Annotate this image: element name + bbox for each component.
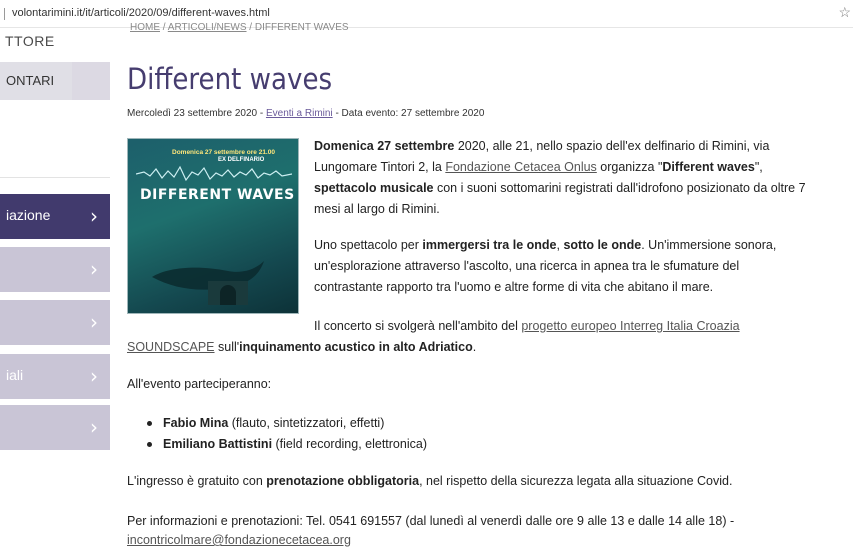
address-bar[interactable]: volontarimini.it/it/articoli/2020/09/dif… [0,0,853,28]
paragraph-intro: Domenica 27 settembre 2020, alle 21, nel… [314,136,844,220]
chevron-right-icon: › [90,415,98,439]
admission-text-1: L'ingresso è gratuito con [127,474,267,488]
category-link[interactable]: Eventi a Rimini [266,108,333,119]
breadcrumb-current: DIFFERENT WAVES [254,22,349,32]
chevron-right-icon: › [90,257,98,281]
event-poster-image[interactable]: Domenica 27 settembre ore 21.00 EX DELFI… [127,138,299,314]
soundscape-link[interactable]: SOUNDSCAPE [127,340,215,354]
whale-illustration [152,261,264,305]
breadcrumb-home-link[interactable]: HOME [130,22,160,32]
paragraph-contact: Per informazioni e prenotazioni: Tel. 05… [127,514,735,528]
participant-name: Emiliano Battistini [163,437,273,451]
desc-text-3: . Un'immersione sonora, [641,238,777,252]
project-text-2: sull' [214,340,240,354]
participants-list: Fabio Mina (flauto, sintetizzatori, effe… [145,413,427,455]
sidebar-top-label[interactable]: TTORE [5,33,55,49]
publish-date: Mercoledì 23 settembre 2020 - [127,108,266,119]
soundwave-graphic [136,165,292,182]
project-bold: inquinamento acustico in alto Adriatico [239,340,473,354]
intro-text-4: ", [754,160,763,174]
sidebar-button-accent [72,62,110,100]
desc-line-2: un'esplorazione attraverso l'ascolto, un… [314,259,740,273]
participants-intro: All'evento parteciperanno: [127,377,272,391]
sidebar-item-5[interactable]: › [0,405,110,450]
poster-date-text: Domenica 27 settembre ore 21.00 [172,149,275,156]
intro-title-bold: Different waves [662,160,755,174]
participant-role: (field recording, elettronica) [272,437,427,451]
chevron-right-icon: › [90,310,98,334]
contact-email-link[interactable]: incontricolmare@fondazionecetacea.org [127,533,351,547]
intro-text-6: mesi al largo di Rimini. [314,202,440,216]
url-text[interactable]: volontarimini.it/it/articoli/2020/09/dif… [12,7,270,19]
sidebar-volontari-button[interactable]: ONTARI [0,62,72,100]
sidebar-item-3[interactable]: › [0,300,110,345]
sidebar-item-label: iali [6,367,24,383]
event-date: - Data evento: 27 settembre 2020 [332,108,485,119]
paragraph-description: Uno spettacolo per immergersi tra le ond… [314,235,844,298]
interreg-project-link[interactable]: progetto europeo Interreg Italia Croazia [521,319,739,333]
desc-bold-2: sotto le onde [563,238,642,252]
intro-text-1: 2020, alle 21, nello spazio dell'ex delf… [454,139,770,153]
admission-text-2: , nel rispetto della sicurezza legata al… [419,474,733,488]
paragraph-admission: L'ingresso è gratuito con prenotazione o… [127,471,847,492]
intro-text-3: organizza " [596,160,663,174]
list-item: Fabio Mina (flauto, sintetizzatori, effe… [145,413,427,434]
address-bar-divider [4,8,5,20]
intro-show-bold: spettacolo musicale [314,181,434,195]
intro-text-5: con i suoni sottomarini registrati dall'… [433,181,806,195]
poster-title: DIFFERENT WAVES [140,187,295,203]
sidebar-button-label: ONTARI [6,73,55,88]
paragraph-project-line1: Il concerto si svolgerà nell'ambito del … [314,316,844,337]
paragraph-project-line2: SOUNDSCAPE sull'inquinamento acustico in… [127,337,847,358]
project-text-1: Il concerto si svolgerà nell'ambito del [314,319,522,333]
chevron-right-icon: › [90,364,98,388]
intro-date-bold: Domenica 27 settembre [314,139,455,153]
desc-bold-1: immergersi tra le onde [422,238,557,252]
intro-text-2: Lungomare Tintori 2, la [314,160,446,174]
project-text-3: . [472,340,477,354]
breadcrumb-section-link[interactable]: ARTICOLI/NEWS [168,22,247,32]
sidebar-item-2[interactable]: › [0,247,110,292]
article-meta: Mercoledì 23 settembre 2020 - Eventi a R… [127,108,484,119]
desc-text-1: Uno spettacolo per [314,238,423,252]
participant-name: Fabio Mina [163,416,229,430]
page-title: Different waves [127,62,333,96]
participant-role: (flauto, sintetizzatori, effetti) [228,416,385,430]
sidebar-divider [0,177,110,178]
breadcrumb: HOME / ARTICOLI/NEWS / DIFFERENT WAVES [130,22,349,32]
chevron-right-icon: › [90,204,98,228]
fondazione-cetacea-link[interactable]: Fondazione Cetacea Onlus [445,160,596,174]
bookmark-star-icon[interactable]: ☆ [838,4,851,21]
admission-bold: prenotazione obbligatoria [266,474,420,488]
sidebar-item-4[interactable]: iali › [0,354,110,399]
contact-email-line: incontricolmare@fondazionecetacea.org [127,530,847,549]
list-item: Emiliano Battistini (field recording, el… [145,434,427,455]
desc-line-3: contrastante rapporto tra l'uomo e altre… [314,280,714,294]
sidebar-item-label: iazione [6,207,51,223]
sidebar-item-1[interactable]: iazione › [0,194,110,239]
